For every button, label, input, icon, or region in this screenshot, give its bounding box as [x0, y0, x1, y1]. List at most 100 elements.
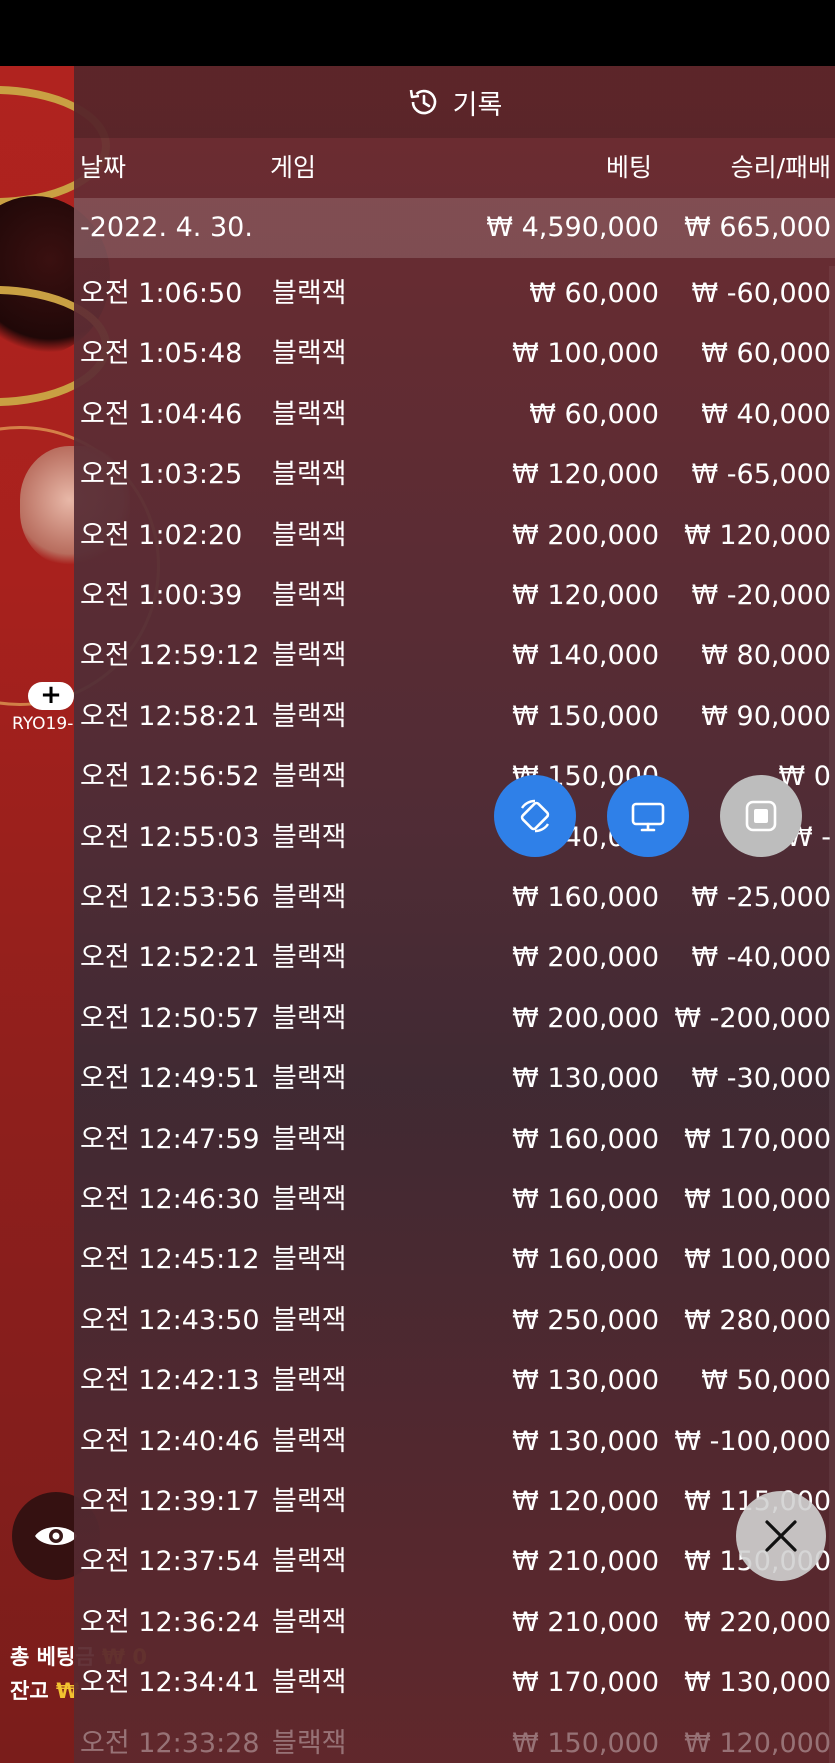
row-time: 오전 12:36:24 [80, 1606, 260, 1638]
row-time: 오전 12:47:59 [80, 1123, 260, 1155]
status-bar [0, 0, 835, 66]
history-row[interactable]: 오전 1:03:25 블랙잭 ₩ 120,000 ₩ -65,000 [74, 445, 835, 505]
row-result: ₩ -60,000 [691, 278, 832, 309]
close-button[interactable] [736, 1491, 826, 1581]
row-time: 오전 12:59:12 [80, 640, 260, 672]
history-row[interactable]: 오전 12:58:21 블랙잭 ₩ 150,000 ₩ 90,000 [74, 687, 835, 747]
row-result: ₩ 40,000 [701, 398, 831, 430]
row-time: 오전 12:50:57 [80, 1002, 260, 1034]
row-time: 오전 1:03:25 [80, 459, 243, 491]
row-time: 오전 12:45:12 [80, 1244, 260, 1276]
history-row[interactable]: 오전 12:50:57 블랙잭 ₩ 200,000 ₩ -200,000 [74, 989, 835, 1049]
monitor-icon [631, 802, 665, 832]
row-bet: ₩ 150,000 [512, 700, 659, 732]
row-game: 블랙잭 [272, 1063, 347, 1095]
row-game: 블랙잭 [272, 1365, 347, 1397]
row-bet: ₩ 160,000 [512, 1184, 659, 1215]
row-result: ₩ -200,000 [674, 1002, 831, 1034]
row-bet: ₩ 140,000 [512, 640, 659, 672]
history-scrollbar[interactable] [829, 266, 835, 1763]
history-row[interactable]: 오전 12:40:46 블랙잭 ₩ 130,000 ₩ -100,000 [74, 1412, 835, 1472]
row-bet: ₩ 210,000 [512, 1546, 659, 1578]
row-bet: ₩ 200,000 [512, 942, 659, 974]
row-bet: ₩ 130,000 [512, 1425, 659, 1457]
history-row[interactable]: 오전 1:06:50 블랙잭 ₩ 60,000 ₩ -60,000 [74, 264, 835, 324]
stop-icon [745, 800, 777, 832]
rotate-icon [520, 799, 550, 833]
rotate-button[interactable] [494, 775, 576, 857]
row-game: 블랙잭 [272, 398, 347, 430]
row-result: ₩ 280,000 [684, 1304, 831, 1336]
history-row[interactable]: 오전 12:42:13 블랙잭 ₩ 130,000 ₩ 50,000 [74, 1351, 835, 1411]
history-row[interactable]: 오전 1:05:48 블랙잭 ₩ 100,000 ₩ 60,000 [74, 324, 835, 384]
row-result: ₩ 100,000 [684, 1184, 831, 1215]
row-bet: ₩ 200,000 [512, 519, 659, 551]
history-row[interactable]: 오전 12:49:51 블랙잭 ₩ 130,000 ₩ -30,000 [74, 1049, 835, 1109]
history-row[interactable]: 오전 12:37:54블랙잭₩ 210,000₩ 150,000 [74, 1532, 835, 1592]
row-result: ₩ -65,000 [691, 459, 832, 491]
history-row[interactable]: 오전 1:00:39 블랙잭 ₩ 120,000 ₩ -20,000 [74, 566, 835, 626]
history-icon [409, 89, 436, 115]
close-icon [765, 1520, 797, 1552]
history-row[interactable]: 오전 12:56:52 블랙잭 ₩ 150,000 ₩ 0 [74, 747, 835, 807]
row-game: 블랙잭 [272, 882, 347, 913]
row-time: 오전 12:46:30 [80, 1184, 260, 1215]
row-result: ₩ 50,000 [701, 1365, 831, 1397]
column-header-bet: 베팅 [605, 153, 652, 182]
row-time: 오전 1:04:46 [80, 398, 243, 430]
row-result: ₩ -100,000 [674, 1425, 831, 1457]
row-time: 오전 12:37:54 [80, 1546, 260, 1578]
row-bet: ₩ 130,000 [512, 1365, 659, 1397]
row-game: 블랙잭 [272, 459, 347, 491]
row-result: ₩ -40,000 [691, 942, 832, 974]
row-bet: ₩ 100,000 [512, 338, 659, 370]
row-result: ₩ 120,000 [684, 1727, 831, 1759]
row-game: 블랙잭 [272, 1304, 347, 1336]
history-row[interactable]: 오전 12:34:41 블랙잭 ₩ 170,000 ₩ 130,000 [74, 1653, 835, 1713]
row-result: ₩ 120,000 [684, 519, 831, 551]
row-time: 오전 12:56:52 [80, 761, 260, 793]
row-bet: ₩ 160,000 [512, 1244, 659, 1276]
row-time: 오전 12:55:03 [80, 821, 260, 853]
history-row[interactable]: 오전 12:52:21 블랙잭 ₩ 200,000 ₩ -40,000 [74, 928, 835, 988]
history-row[interactable]: 오전 12:59:12 블랙잭 ₩ 140,000 ₩ 80,000 [74, 626, 835, 686]
row-game: 블랙잭 [272, 640, 347, 672]
row-time: 오전 12:33:28 [80, 1727, 260, 1759]
row-bet: ₩ 210,000 [512, 1606, 659, 1638]
panel-title: 기록 [452, 89, 503, 121]
player-name: RYO19- [12, 714, 74, 734]
stop-button[interactable] [720, 775, 802, 857]
row-bet: ₩ 200,000 [512, 1002, 659, 1034]
row-time: 오전 1:05:48 [80, 338, 243, 370]
row-time: 오전 12:43:50 [80, 1304, 260, 1336]
row-bet: ₩ 60,000 [529, 398, 659, 430]
add-player-button[interactable]: + [28, 682, 74, 710]
summary-date: -2022. 4. 30. [80, 212, 253, 243]
row-game: 블랙잭 [272, 942, 347, 974]
row-result: ₩ -25,000 [691, 882, 832, 913]
history-row[interactable]: 오전 12:45:12 블랙잭 ₩ 160,000 ₩ 100,000 [74, 1230, 835, 1290]
history-row[interactable]: 오전 12:39:17블랙잭₩ 120,000₩ 115,000 [74, 1472, 835, 1532]
row-bet: ₩ 170,000 [512, 1667, 659, 1699]
row-game: 블랙잭 [272, 761, 347, 793]
history-row[interactable]: 오전 1:02:20 블랙잭 ₩ 200,000 ₩ 120,000 [74, 506, 835, 566]
row-bet: ₩ 120,000 [512, 580, 659, 611]
row-time: 오전 1:02:20 [80, 519, 243, 551]
row-game: 블랙잭 [272, 580, 347, 611]
history-row[interactable]: 오전 12:36:24 블랙잭 ₩ 210,000 ₩ 220,000 [74, 1593, 835, 1653]
history-row[interactable]: 오전 12:43:50 블랙잭 ₩ 250,000 ₩ 280,000 [74, 1291, 835, 1351]
history-header: 기록 [74, 66, 835, 138]
summary-result: ₩ 665,000 [684, 212, 831, 243]
row-game: 블랙잭 [272, 1123, 347, 1155]
column-header-result: 승리/패배 [730, 153, 831, 182]
date-summary-row[interactable]: -2022. 4. 30. ₩ 4,590,000 ₩ 665,000 [74, 198, 835, 258]
row-time: 오전 12:40:46 [80, 1425, 260, 1457]
history-row[interactable]: 오전 12:53:56 블랙잭 ₩ 160,000 ₩ -25,000 [74, 868, 835, 928]
history-row[interactable]: 오전 12:33:28 블랙잭 ₩ 150,000 ₩ 120,000 [74, 1714, 835, 1763]
balance-label: 잔고 [10, 1679, 49, 1703]
history-row[interactable]: 오전 1:04:46 블랙잭 ₩ 60,000 ₩ 40,000 [74, 385, 835, 445]
screen-mode-button[interactable] [607, 775, 689, 857]
history-row[interactable]: 오전 12:47:59 블랙잭 ₩ 160,000 ₩ 170,000 [74, 1110, 835, 1170]
row-game: 블랙잭 [272, 1546, 347, 1578]
history-row[interactable]: 오전 12:46:30 블랙잭 ₩ 160,000 ₩ 100,000 [74, 1170, 835, 1230]
